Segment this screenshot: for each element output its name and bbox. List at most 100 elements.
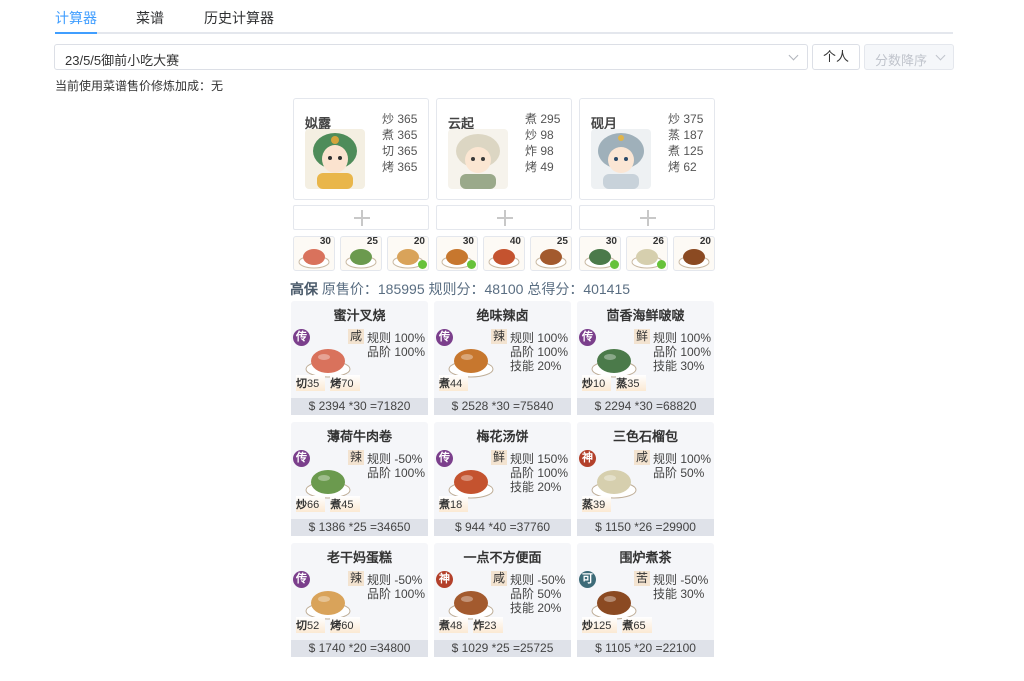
skill-requirement: 炒66 [296,496,326,512]
dish-metric: 品阶 100% [367,466,426,480]
skill-requirement: 炒10 [582,375,612,391]
dish-title: 绝味辣卤 [476,308,529,323]
dish-title: 老干妈蛋糕 [326,550,392,565]
slot-quantity: 26 [652,236,664,247]
add-equipment-button[interactable] [293,205,429,230]
contest-select[interactable]: 23/5/5御前小吃大赛 [54,44,808,70]
summary-label: 高保 [290,281,318,297]
add-equipment-button[interactable] [436,205,572,230]
sort-select[interactable]: 分数降序 [864,44,954,70]
dish-metrics: 规则 100% 品阶 50% [653,452,711,480]
dish-metric: 技能 30% [653,359,705,373]
rarity-badge: 传 [293,329,310,346]
skill-requirement: 煮18 [439,496,469,512]
skill-requirements: 炒10 蒸35 [582,375,651,391]
dish-metrics: 规则 -50% 品阶 100% [367,573,425,601]
rarity-badge: 传 [436,329,453,346]
dish-card[interactable]: 老干妈蛋糕传辣规则 -50% 品阶 100% 切52 烤60 $ 1740 *20 =3… [291,543,428,657]
recipe-slot[interactable]: 30 [436,236,478,271]
slot-quantity: 20 [413,236,425,247]
active-tab-indicator [55,32,97,34]
dish-metric: 技能 20% [510,601,562,615]
contest-select-value: 23/5/5御前小吃大赛 [65,53,180,68]
chef-skills: 炒 375 蒸 187 煮 125 烤 62 [668,112,704,174]
flavor-tag: 辣 [348,450,365,465]
dish-metrics: 规则 100% 品阶 100% 技能 30% [653,331,711,373]
rarity-badge: 神 [579,450,596,467]
dish-card[interactable]: 围炉煮茶可 苦规则 -50% 技能 30% 炒125 煮65 $ 1105 *20 =22… [577,543,714,657]
dish-metric: 规则 100% [510,331,569,345]
rarity-badge: 神 [436,571,453,588]
dish-card[interactable]: 一点不方便面神咸规则 -50% 品阶 50% 技能 20% 煮48 炸23 $ 1029 … [434,543,571,657]
dish-metric: 技能 20% [510,359,562,373]
flavor-tag: 辣 [491,329,508,344]
dish-title: 蜜汁叉烧 [333,308,386,323]
dish-metric: 品阶 100% [510,345,569,359]
recipe-slot[interactable]: 20 [673,236,715,271]
dish-title: 薄荷牛肉卷 [326,429,392,444]
dish-title: 围炉煮茶 [619,550,672,565]
chef-card[interactable]: 砚月 炒 375 蒸 187 煮 125 烤 62 [579,98,715,200]
chef-skills: 煮 295 炒 98 炸 98 烤 49 [525,112,561,174]
dish-metric: 技能 30% [653,587,705,601]
check-icon [610,260,619,269]
summary-text: 原售价：185995 规则分：48100 总得分：401415 [321,281,631,297]
dish-metrics: 规则 -50% 品阶 100% [367,452,425,480]
rarity-badge: 传 [579,329,596,346]
skill-requirements: 煮44 [439,375,473,391]
dish-title: 茴香海鲜啵啵 [606,308,685,323]
score-summary: 高保 原售价：185995 规则分：48100 总得分：401415 [290,279,630,299]
skill-requirement: 切52 [296,617,326,633]
skill-requirements: 炒66 煮45 [296,496,365,512]
dish-card[interactable]: 梅花汤饼传 鲜规则 150% 品阶 100% 技能 20% 煮18 $ 944 *40 =… [434,422,571,536]
recipe-slot[interactable]: 30 [579,236,621,271]
rarity-badge: 传 [436,450,453,467]
dish-metric: 规则 150% [510,452,569,466]
dish-card[interactable]: 薄荷牛肉卷传辣规则 -50% 品阶 100% 炒66 煮45 $ 1386 *25 =3… [291,422,428,536]
skill-requirements: 炒125 煮65 [582,617,657,633]
dish-metric: 规则 -50% [367,573,423,587]
flavor-tag: 苦 [634,571,651,586]
recipe-slot[interactable]: 30 [293,236,335,271]
chef-avatar [591,129,651,189]
slot-quantity: 30 [462,236,474,247]
tab-calculator[interactable]: 计算器 [55,8,97,28]
recipe-slot[interactable]: 40 [483,236,525,271]
recipe-bonus-info: 当前使用菜谱售价修炼加成：无 [55,79,224,93]
slot-quantity: 30 [605,236,617,247]
dish-metric: 品阶 50% [510,587,562,601]
dish-card[interactable]: 绝味辣卤传 辣规则 100% 品阶 100% 技能 20% 煮44 $ 2528 *30 … [434,301,571,415]
skill-requirement: 烤70 [330,375,360,391]
tab-recipes[interactable]: 菜谱 [136,8,164,28]
slot-quantity: 20 [699,236,711,247]
check-icon [418,260,427,269]
dish-metric: 品阶 100% [367,587,426,601]
dish-card[interactable]: 三色石榴包神 咸规则 100% 品阶 50% 蒸39 $ 1150 *26 =29900 [577,422,714,536]
dish-card[interactable]: 茴香海鲜啵啵传鲜规则 100% 品阶 100% 技能 30% 炒10 蒸35 $ 2294… [577,301,714,415]
flavor-tag: 咸 [348,329,365,344]
add-equipment-button[interactable] [579,205,715,230]
flavor-tag: 咸 [634,450,651,465]
tab-history-calculator[interactable]: 历史计算器 [204,8,274,28]
dish-price-calc: $ 2394 *30 =71820 [291,398,428,415]
dish-price-calc: $ 1029 *25 =25725 [434,640,571,657]
skill-requirements: 煮18 [439,496,473,512]
slot-quantity: 40 [509,236,521,247]
chef-card[interactable]: 云起 煮 295 炒 98 炸 98 烤 49 [436,98,572,200]
dish-metric: 规则 -50% [367,452,423,466]
recipe-slot[interactable]: 26 [626,236,668,271]
recipe-slot[interactable]: 25 [340,236,382,271]
dish-price-calc: $ 944 *40 =37760 [434,519,571,536]
flavor-tag: 鲜 [634,329,651,344]
dish-title: 三色石榴包 [612,429,678,444]
dish-price-calc: $ 2528 *30 =75840 [434,398,571,415]
recipe-slot[interactable]: 20 [387,236,429,271]
dish-card[interactable]: 蜜汁叉烧传咸规则 100% 品阶 100% 切35 烤70 $ 2394 *30 =71… [291,301,428,415]
slot-quantity: 30 [319,236,331,247]
personal-button[interactable]: 个人 [812,44,860,70]
chef-card[interactable]: 姒露 炒 365 煮 365 切 365 烤 365 [293,98,429,200]
skill-requirement: 煮45 [330,496,360,512]
recipe-slot[interactable]: 25 [530,236,572,271]
skill-requirement: 煮44 [439,375,469,391]
dish-metrics: 规则 100% 品阶 100% 技能 20% [510,331,568,373]
